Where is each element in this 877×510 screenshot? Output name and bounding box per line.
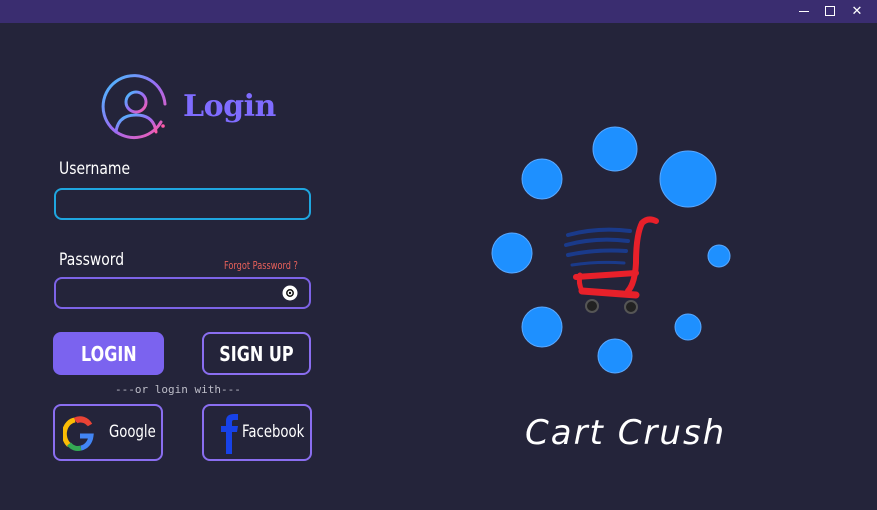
facebook-login-button[interactable]: Facebook: [202, 404, 312, 461]
user-avatar-icon: [101, 74, 167, 140]
login-window-body: Login Username Password Forgot Password …: [0, 23, 877, 510]
username-label: Username: [59, 159, 131, 179]
loader-dot: [659, 150, 717, 208]
google-login-button[interactable]: Google: [53, 404, 163, 461]
shopping-cart-icon: [564, 216, 659, 314]
loader-dot: [674, 313, 702, 341]
loader-dot: [597, 338, 633, 374]
password-field[interactable]: [54, 277, 311, 309]
forgot-password-link[interactable]: Forgot Password ?: [224, 260, 298, 272]
username-input[interactable]: [56, 190, 309, 218]
minimize-button[interactable]: [791, 0, 817, 23]
close-button[interactable]: ✕: [844, 0, 870, 23]
minimize-icon: [799, 11, 809, 12]
signup-button[interactable]: SIGN UP: [202, 332, 311, 375]
maximize-button[interactable]: [817, 0, 843, 23]
login-button[interactable]: LOGIN: [53, 332, 164, 375]
close-icon: ✕: [851, 4, 863, 19]
loader-dot: [592, 126, 638, 172]
username-field[interactable]: [54, 188, 311, 220]
login-title: Login: [183, 89, 276, 124]
google-button-label: Google: [109, 422, 156, 442]
cart-crush-logo: [491, 126, 731, 374]
loader-dot: [707, 244, 731, 268]
google-icon: [63, 416, 94, 451]
maximize-icon: [825, 6, 835, 16]
title-bar: ✕: [0, 0, 877, 23]
login-button-label: LOGIN: [80, 341, 137, 366]
show-password-eye-icon[interactable]: [281, 285, 299, 301]
brand-name: Cart Crush: [525, 413, 727, 453]
loader-dot: [521, 306, 563, 348]
password-label: Password: [59, 250, 125, 270]
or-login-with-divider: ---or login with---: [115, 383, 241, 396]
facebook-button-label: Facebook: [242, 422, 305, 442]
signup-button-label: SIGN UP: [219, 341, 294, 366]
facebook-icon: [221, 414, 238, 454]
loader-dot: [491, 232, 533, 274]
password-input[interactable]: [56, 279, 309, 307]
loader-dot: [521, 158, 563, 200]
